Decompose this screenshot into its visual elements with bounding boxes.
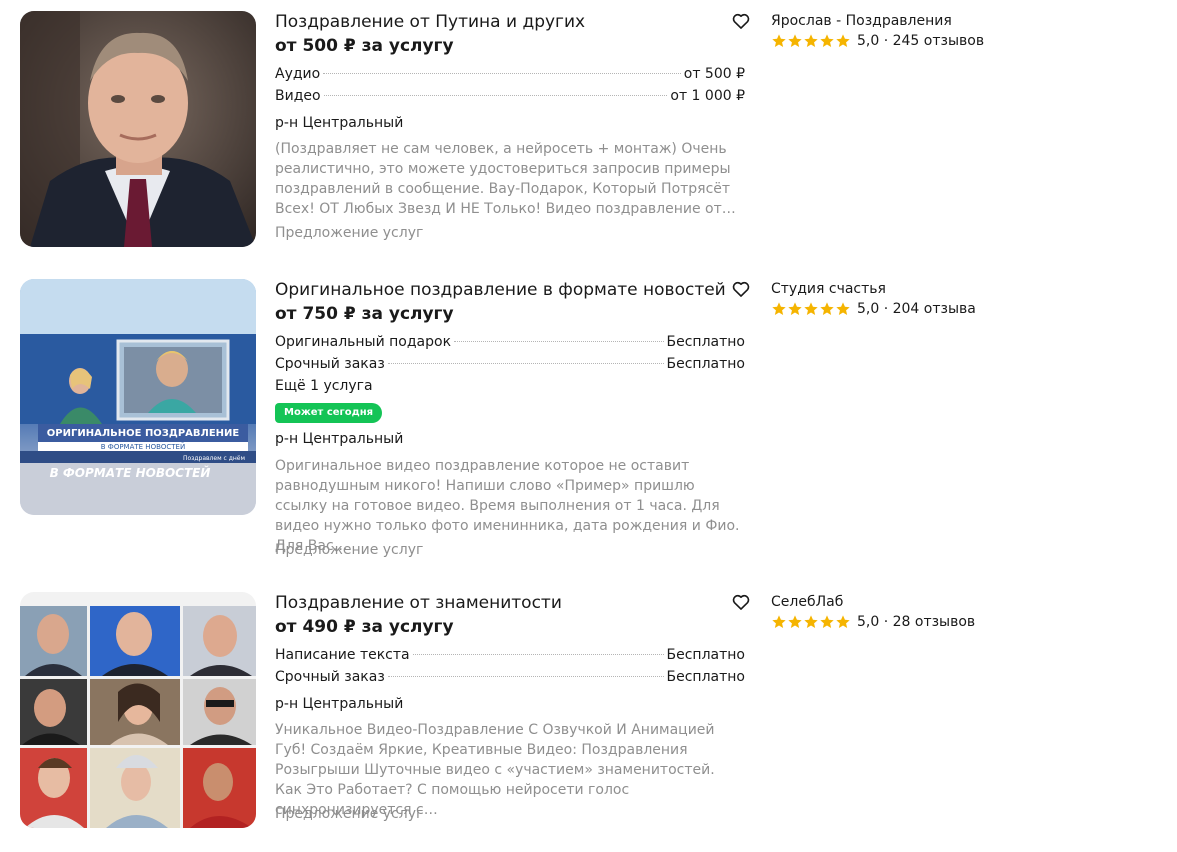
listing-photo[interactable] (20, 11, 256, 247)
rating-text: 5,0 · 245 отзывов (857, 33, 985, 49)
listing-card: Поздравление от знаменитости от 490 ₽ за… (0, 592, 1177, 832)
service-row: Срочный заказ Бесплатно (275, 353, 745, 375)
service-row: Написание текста Бесплатно (275, 644, 745, 666)
category-label: Предложение услуг (275, 225, 424, 241)
star-icon (820, 302, 834, 315)
news-studio-photo: ОРИГИНАЛЬНОЕ ПОЗДРАВЛЕНИЕ В ФОРМАТЕ НОВО… (20, 279, 256, 515)
star-icon (836, 34, 850, 47)
listing-price: от 500 ₽ за услугу (275, 36, 454, 56)
heart-icon[interactable] (731, 592, 751, 612)
service-name: Написание текста (275, 647, 410, 663)
service-price: Бесплатно (666, 356, 745, 372)
rating-stars (771, 33, 851, 49)
district-label: р-н Центральный (275, 696, 404, 712)
star-icon (788, 34, 802, 47)
available-today-badge: Может сегодня (275, 403, 383, 423)
thumb-ticker: Поздравлем с днём (183, 455, 245, 462)
service-row: Оригинальный подарок Бесплатно (275, 331, 745, 353)
service-row: Видео от 1 000 ₽ (275, 85, 745, 107)
listing-card: Поздравление от Путина и других от 500 ₽… (0, 11, 1177, 251)
service-price: Бесплатно (666, 334, 745, 350)
heart-icon[interactable] (731, 11, 751, 31)
service-name: Аудио (275, 66, 321, 82)
seller-rating[interactable]: 5,0 · 245 отзывов (771, 31, 984, 51)
listing-price: от 490 ₽ за услугу (275, 617, 454, 637)
rating-text: 5,0 · 28 отзывов (857, 614, 976, 630)
star-icon (804, 302, 818, 315)
listing-photo[interactable]: ОРИГИНАЛЬНОЕ ПОЗДРАВЛЕНИЕ В ФОРМАТЕ НОВО… (20, 279, 256, 515)
service-row: Аудио от 500 ₽ (275, 63, 745, 85)
star-icon (804, 615, 818, 628)
star-icon (788, 302, 802, 315)
star-icon (820, 34, 834, 47)
service-price: от 1 000 ₽ (670, 88, 745, 104)
dotted-leader (387, 363, 664, 364)
star-icon (820, 615, 834, 628)
dotted-leader (323, 73, 681, 74)
dotted-leader (454, 341, 664, 342)
listing-photo[interactable] (20, 592, 256, 828)
heart-icon[interactable] (731, 279, 751, 299)
star-icon (836, 615, 850, 628)
star-icon (772, 34, 786, 47)
dotted-leader (412, 654, 664, 655)
services-list: Аудио от 500 ₽ Видео от 1 000 ₽ (275, 63, 745, 107)
thumb-subcaption: В ФОРМАТЕ НОВОСТЕЙ (101, 442, 185, 451)
seller-name[interactable]: СелебЛаб (771, 592, 843, 612)
listing-price: от 750 ₽ за услугу (275, 304, 454, 324)
listing-card: ОРИГИНАЛЬНОЕ ПОЗДРАВЛЕНИЕ В ФОРМАТЕ НОВО… (0, 279, 1177, 564)
service-name: Срочный заказ (275, 669, 385, 685)
service-price: Бесплатно (666, 669, 745, 685)
dotted-leader (387, 676, 664, 677)
service-name: Срочный заказ (275, 356, 385, 372)
listing-title[interactable]: Поздравление от знаменитости (275, 592, 562, 614)
category-label: Предложение услуг (275, 806, 424, 822)
rating-stars (771, 614, 851, 630)
district-label: р-н Центральный (275, 115, 404, 131)
star-icon (788, 615, 802, 628)
service-price: от 500 ₽ (683, 66, 745, 82)
star-icon (804, 34, 818, 47)
more-services-link[interactable]: Ещё 1 услуга (275, 375, 373, 397)
listing-title[interactable]: Поздравление от Путина и других (275, 11, 585, 33)
star-icon (772, 302, 786, 315)
services-list: Написание текста Бесплатно Срочный заказ… (275, 644, 745, 688)
listing-description: (Поздравляет не сам человек, а нейросеть… (275, 141, 736, 217)
seller-rating[interactable]: 5,0 · 204 отзыва (771, 299, 976, 319)
thumb-banner: В ФОРМАТЕ НОВОСТЕЙ (50, 465, 211, 480)
dotted-leader (323, 95, 668, 96)
listing-title[interactable]: Оригинальное поздравление в формате ново… (275, 279, 726, 301)
service-price: Бесплатно (666, 647, 745, 663)
service-name: Оригинальный подарок (275, 334, 452, 350)
seller-rating[interactable]: 5,0 · 28 отзывов (771, 612, 975, 632)
district-label: р-н Центральный (275, 431, 404, 447)
portrait-photo (20, 11, 256, 247)
service-row: Срочный заказ Бесплатно (275, 666, 745, 688)
rating-text: 5,0 · 204 отзыва (857, 301, 976, 317)
category-label: Предложение услуг (275, 542, 424, 558)
thumb-caption: ОРИГИНАЛЬНОЕ ПОЗДРАВЛЕНИЕ (47, 428, 240, 439)
seller-name[interactable]: Ярослав - Поздравления (771, 11, 952, 31)
service-name: Видео (275, 88, 321, 104)
star-icon (772, 615, 786, 628)
celebrity-collage-photo (20, 592, 256, 828)
seller-name[interactable]: Студия счастья (771, 279, 886, 299)
rating-stars (771, 301, 851, 317)
star-icon (836, 302, 850, 315)
services-list: Оригинальный подарок Бесплатно Срочный з… (275, 331, 745, 375)
